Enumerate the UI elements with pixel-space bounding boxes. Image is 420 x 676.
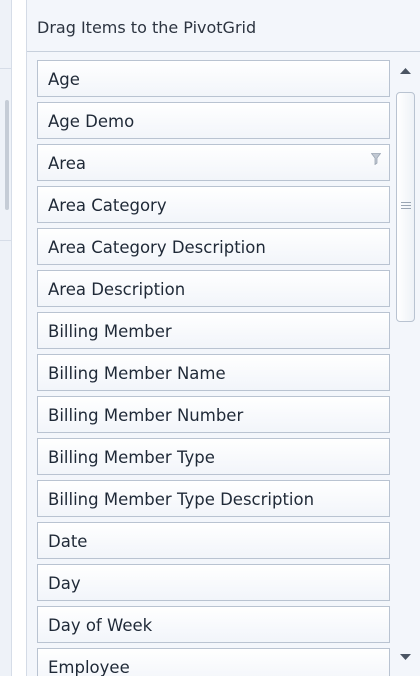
field-item-billing-member-type[interactable]: Billing Member Type bbox=[37, 438, 390, 475]
field-item-area-category[interactable]: Area Category bbox=[37, 186, 390, 223]
panel-title: Drag Items to the PivotGrid bbox=[37, 18, 257, 37]
field-item-date[interactable]: Date bbox=[37, 522, 390, 559]
field-item-label: Date bbox=[48, 532, 88, 551]
field-item-label: Day of Week bbox=[48, 616, 153, 635]
field-item-employee[interactable]: Employee bbox=[37, 648, 390, 676]
field-item-area-description[interactable]: Area Description bbox=[37, 270, 390, 307]
scrollbar-thumb[interactable] bbox=[396, 92, 415, 322]
field-item-label: Area Category Description bbox=[48, 238, 266, 257]
field-item-age[interactable]: Age bbox=[37, 60, 390, 97]
field-item-label: Billing Member Type Description bbox=[48, 490, 315, 509]
splitter-divider bbox=[0, 68, 12, 69]
field-item-age-demo[interactable]: Age Demo bbox=[37, 102, 390, 139]
field-item-billing-member-name[interactable]: Billing Member Name bbox=[37, 354, 390, 391]
field-item-label: Day bbox=[48, 574, 81, 593]
field-item-area-category-description[interactable]: Area Category Description bbox=[37, 228, 390, 265]
field-item-billing-member-number[interactable]: Billing Member Number bbox=[37, 396, 390, 433]
field-item-day-of-week[interactable]: Day of Week bbox=[37, 606, 390, 643]
vertical-scrollbar[interactable] bbox=[394, 60, 417, 668]
field-item-area[interactable]: Area bbox=[37, 144, 390, 181]
field-item-billing-member[interactable]: Billing Member bbox=[37, 312, 390, 349]
thumb-grip-icon bbox=[401, 202, 411, 209]
field-item-label: Area bbox=[48, 154, 86, 173]
field-item-label: Employee bbox=[48, 658, 130, 676]
field-item-billing-member-type-description[interactable]: Billing Member Type Description bbox=[37, 480, 390, 517]
field-item-label: Billing Member Number bbox=[48, 406, 244, 425]
field-list[interactable]: Age Age Demo Area Area Category Area Cat… bbox=[37, 60, 390, 676]
field-item-label: Age bbox=[48, 70, 80, 89]
field-item-label: Billing Member bbox=[48, 322, 172, 341]
field-list-panel: Drag Items to the PivotGrid Age Age Demo… bbox=[26, 0, 420, 676]
scroll-down-arrow-icon[interactable] bbox=[394, 646, 417, 668]
panel-header: Drag Items to the PivotGrid bbox=[27, 0, 420, 52]
field-item-label: Billing Member Type bbox=[48, 448, 215, 467]
field-item-label: Age Demo bbox=[48, 112, 135, 131]
splitter-edge[interactable] bbox=[0, 0, 12, 676]
filter-icon[interactable] bbox=[371, 153, 381, 165]
splitter-grip[interactable] bbox=[5, 100, 9, 210]
field-item-day[interactable]: Day bbox=[37, 564, 390, 601]
field-item-label: Billing Member Name bbox=[48, 364, 226, 383]
splitter-divider bbox=[0, 240, 12, 241]
field-item-label: Area Description bbox=[48, 280, 186, 299]
field-item-label: Area Category bbox=[48, 196, 167, 215]
scroll-up-arrow-icon[interactable] bbox=[394, 60, 417, 82]
